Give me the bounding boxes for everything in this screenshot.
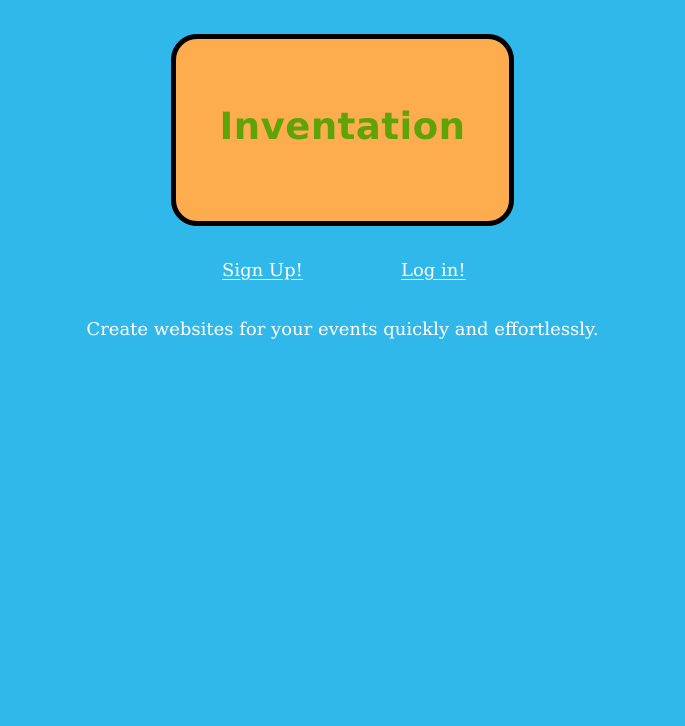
tagline: Create websites for your events quickly … [86,319,599,340]
logo-text: Inventation [219,104,466,148]
signup-link[interactable]: Sign Up! [222,260,303,281]
login-link[interactable]: Log in! [401,260,466,281]
logo-box: Inventation [171,34,514,226]
